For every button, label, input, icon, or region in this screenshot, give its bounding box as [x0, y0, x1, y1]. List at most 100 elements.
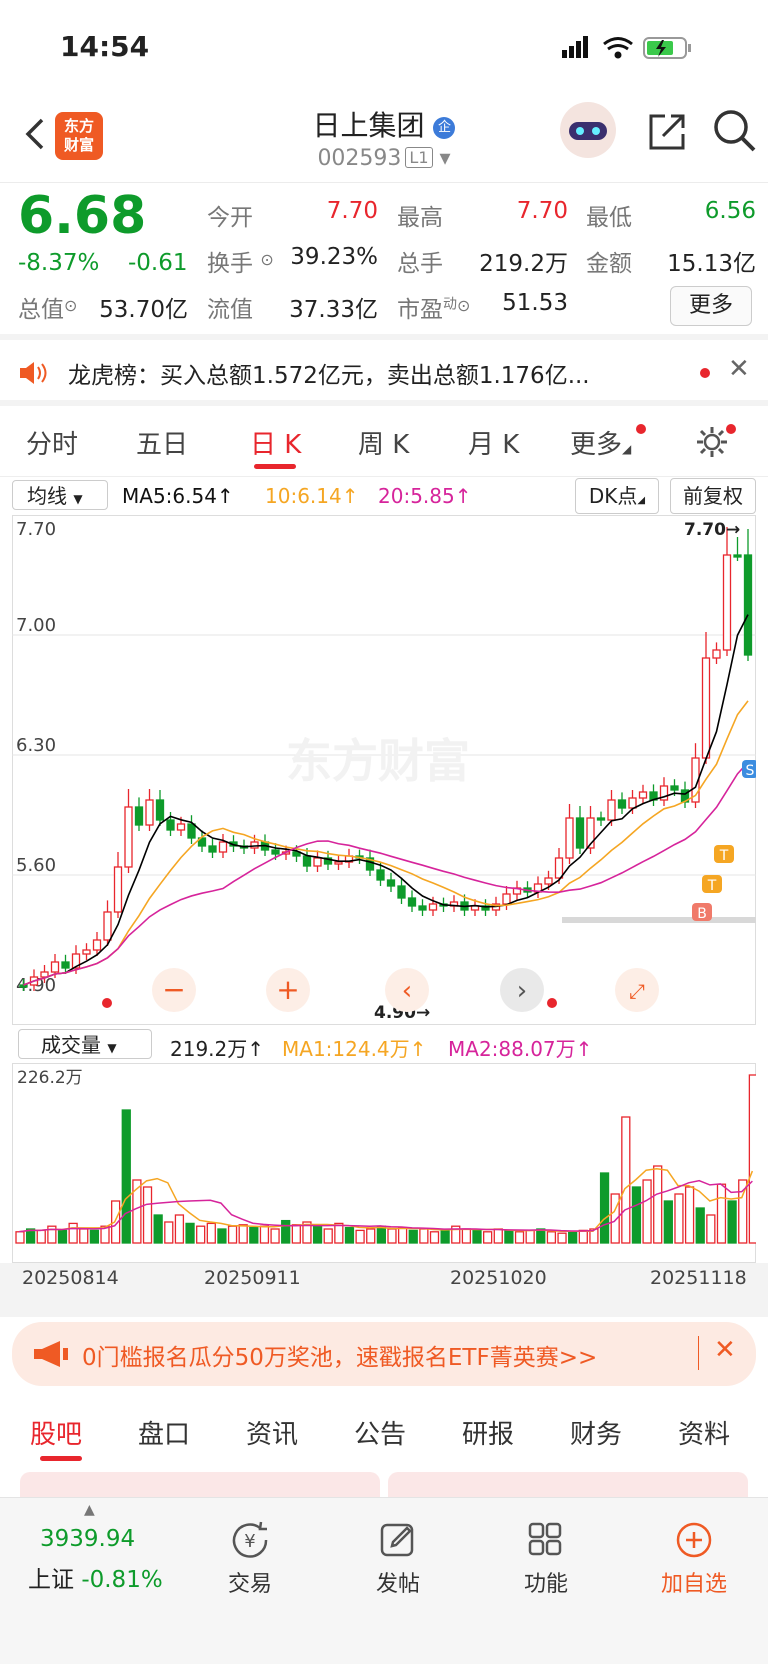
share-icon[interactable] — [645, 110, 689, 154]
label-open: 今开 — [207, 205, 253, 231]
tab-finance[interactable]: 财务 — [570, 1414, 622, 1451]
divider — [698, 1336, 699, 1370]
volume-bar — [79, 1228, 89, 1244]
volume-bar — [397, 1226, 408, 1244]
tab-announcements[interactable]: 公告 — [354, 1414, 406, 1451]
volume-bar — [57, 1229, 68, 1244]
tab-more[interactable]: 更多◢ — [570, 424, 631, 461]
dragon-tiger-news[interactable]: 龙虎榜：买入总额1.572亿元，卖出总额1.176亿... ✕ — [0, 340, 768, 406]
support-band — [562, 917, 756, 923]
tab-news[interactable]: 资讯 — [246, 1414, 298, 1451]
value-total-mv: 53.70亿 — [99, 297, 188, 323]
y-axis-label: 7.70 — [16, 519, 56, 540]
candle-body — [50, 961, 60, 973]
more-quote-button[interactable]: 更多 — [670, 286, 752, 326]
candle-body — [103, 911, 112, 941]
megaphone-icon — [34, 1341, 68, 1367]
index-ticker[interactable]: 上证 -0.81% — [28, 1560, 163, 1594]
volume-bar — [663, 1200, 673, 1244]
robot-assistant-icon[interactable] — [560, 102, 616, 158]
volume-bar — [599, 1172, 610, 1244]
tab-intraday[interactable]: 分时 — [26, 424, 78, 461]
candle-body — [712, 649, 721, 659]
candle-body — [208, 845, 217, 853]
content-tabs: 股吧 盘口 资讯 公告 研报 财务 资料 — [0, 1400, 768, 1470]
volume-bar — [610, 1193, 620, 1244]
volume-bar — [557, 1232, 567, 1244]
date-label: 20251020 — [450, 1267, 547, 1289]
chevron-down-icon: ▾ — [439, 146, 451, 171]
tab-five-day[interactable]: 五日 — [136, 424, 188, 461]
label-amount: 金额 — [586, 251, 632, 277]
gear-icon[interactable] — [694, 424, 730, 460]
tab-order-book[interactable]: 盘口 — [138, 1414, 190, 1451]
function-button[interactable]: 功能 — [486, 1520, 606, 1598]
tab-profile[interactable]: 资料 — [678, 1414, 730, 1451]
tab-daily-k[interactable]: 日 K — [250, 424, 301, 461]
index-value[interactable]: 3939.94 — [40, 1526, 135, 1552]
volume-bar — [36, 1229, 46, 1244]
volume-bar — [142, 1186, 153, 1244]
promo-banner[interactable]: 0门槛报名瓜分50万奖池，速戳报名ETF菁英赛>> ✕ — [12, 1322, 756, 1386]
tab-monthly-k[interactable]: 月 K — [468, 424, 519, 461]
t-marker-label: T — [719, 848, 729, 864]
volume-bar — [153, 1214, 163, 1244]
ma20-value: 20:5.85↑ — [378, 484, 472, 508]
volume-bar — [196, 1225, 206, 1244]
active-tab-underline — [40, 1456, 82, 1461]
post-card-preview — [20, 1472, 380, 1497]
value-pe: 51.53 — [502, 290, 568, 316]
tab-weekly-k[interactable]: 周 K — [358, 424, 409, 461]
sell-marker-label: S — [746, 763, 755, 779]
tab-research[interactable]: 研报 — [462, 1414, 514, 1451]
change-percent: -8.37% — [18, 250, 100, 276]
candle-body — [617, 799, 627, 809]
ma-type-select[interactable]: 均线 ▼ — [12, 480, 108, 510]
trade-button[interactable]: ¥ 交易 — [190, 1520, 310, 1598]
caret-up-icon: ▲ — [84, 1502, 95, 1518]
expand-icon: ⤢ — [629, 979, 645, 1003]
post-button[interactable]: 发帖 — [338, 1520, 458, 1598]
volume-bar — [631, 1186, 642, 1244]
candle-body — [554, 857, 564, 879]
volume-bar — [291, 1224, 301, 1244]
search-icon[interactable] — [712, 108, 758, 154]
adjust-button[interactable]: 前复权 — [670, 478, 756, 514]
event-dot — [102, 998, 112, 1008]
volume-bar — [366, 1228, 376, 1244]
volume-bar — [695, 1207, 705, 1244]
volume-value: 219.2万↑ — [170, 1037, 265, 1061]
speaker-icon — [20, 362, 47, 384]
plus-circle-icon — [676, 1522, 712, 1558]
info-icon: ⊙ — [260, 250, 274, 269]
value-float-mv: 37.33亿 — [289, 297, 378, 323]
volume-bar — [621, 1116, 631, 1244]
candle-body — [376, 869, 385, 881]
volume-bar — [227, 1225, 238, 1244]
volume-bar — [408, 1229, 418, 1244]
volume-bar — [419, 1228, 429, 1244]
close-icon[interactable]: ✕ — [728, 354, 750, 384]
volume-bar — [727, 1200, 737, 1244]
wifi-icon — [603, 37, 633, 59]
news-text: 龙虎榜：买入总额1.572亿元，卖出总额1.176亿... — [68, 363, 590, 389]
candle-body — [155, 799, 165, 821]
volume-chart[interactable]: 226.2万 20250814 — [12, 1063, 756, 1263]
volume-bar — [706, 1214, 716, 1244]
candlestick-chart[interactable]: 东方财富 7.707.006.305.604.90 7.70→ 4.90→ − … — [12, 515, 756, 1025]
add-watchlist-button[interactable]: 加自选 — [634, 1520, 754, 1598]
candle-body — [218, 841, 228, 853]
volume-bar — [472, 1229, 482, 1244]
dk-point-button[interactable]: DK点◢ — [575, 478, 659, 514]
candle-body — [271, 849, 280, 855]
candle-body — [743, 554, 753, 656]
close-icon[interactable]: ✕ — [714, 1335, 736, 1365]
candle-body — [596, 817, 606, 821]
current-price: 6.68 — [18, 186, 147, 246]
trade-icon: ¥ — [232, 1521, 268, 1558]
volume-type-select[interactable]: 成交量 ▼ — [18, 1029, 152, 1059]
value-low: 6.56 — [704, 198, 756, 224]
promo-text: 0门槛报名瓜分50万奖池，速戳报名ETF菁英赛>> — [82, 1345, 598, 1371]
tab-guba[interactable]: 股吧 — [30, 1414, 82, 1451]
watermark: 东方财富 — [286, 734, 470, 788]
